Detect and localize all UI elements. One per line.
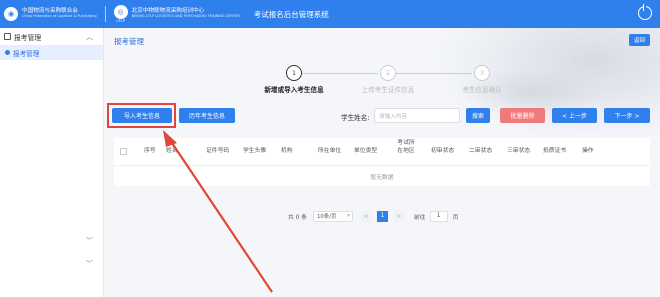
cflp-logo-icon: ◉ — [4, 7, 18, 21]
col-name: 姓名 — [166, 147, 178, 154]
col-index: 序号 — [144, 147, 156, 154]
select-all-checkbox[interactable] — [120, 148, 127, 155]
org1-subtitle: China Federation of Logistics & Purchasi… — [22, 14, 97, 19]
empty-state: 暂无数据 — [370, 174, 394, 181]
col-org-type: 单位类型 — [354, 147, 378, 154]
step-1-circle: 1 — [286, 65, 302, 81]
total-count: 共 0 条 — [288, 214, 307, 221]
col-id-number: 证件号码 — [206, 147, 230, 154]
sidebar-item-label: 报考管理 — [13, 49, 40, 58]
power-icon[interactable] — [638, 4, 652, 20]
step-3-label: 考生信息确认 — [462, 86, 502, 94]
step-1-label: 新增或导入考生信息 — [264, 86, 324, 94]
step-3-circle: 3 — [474, 65, 490, 81]
chevron-up-icon: ︿ — [86, 32, 93, 41]
prev-step-button[interactable]: < 上一步 — [552, 108, 597, 123]
students-table: 序号 姓名 证件号码 学生头像 机构 所在单位 单位类型 考试所在地区 初审状态… — [114, 138, 650, 186]
chevron-down-icon: ▾ — [347, 213, 350, 219]
header-divider — [104, 6, 106, 22]
history-students-button[interactable]: 历年考生信息 — [179, 108, 235, 123]
sidebar-group-label: 报考管理 — [14, 33, 42, 42]
col-third-review: 三审状态 — [507, 147, 531, 154]
org2-subtitle: BEIJING CFLP LOGISTICS AND PURCHASING TR… — [131, 14, 240, 19]
table-header: 序号 姓名 证件号码 学生头像 机构 所在单位 单位类型 考试所在地区 初审状态… — [114, 138, 650, 166]
active-dot-icon — [5, 50, 10, 55]
col-certificate: 抵质证书 — [543, 147, 567, 154]
next-page-button[interactable]: > — [393, 210, 404, 222]
page-title: 报考管理 — [114, 37, 144, 46]
sidebar-item-registration[interactable]: 报考管理 — [0, 45, 103, 60]
goto-page-input[interactable]: 1 — [429, 210, 448, 222]
step-3: 3 考生信息确认 — [442, 65, 522, 94]
page-size-select[interactable]: 10条/页 ▾ — [312, 210, 353, 222]
step-1: 1 新增或导入考生信息 — [254, 65, 334, 94]
step-2-circle: 2 — [380, 65, 396, 81]
batch-delete-button[interactable]: 批量删除 — [500, 108, 545, 123]
app-title: 考试报名后台管理系统 — [253, 9, 329, 19]
training-center-logo-icon: ◎ — [113, 5, 128, 19]
col-actions: 操作 — [582, 147, 594, 154]
pagination: 共 0 条 10条/页 ▾ < 1 > 前往 1 页 — [288, 210, 458, 222]
page-1-button[interactable]: 1 — [376, 210, 388, 222]
main-content: 报考管理 返回 1 新增或导入考生信息 2 上传考生证件信息 3 考生信息确认 … — [104, 28, 660, 297]
student-name-input[interactable]: 请输入内容 — [374, 108, 460, 123]
chevron-down-icon[interactable]: ﹀ — [86, 259, 93, 269]
step-2-label: 上传考生证件信息 — [361, 86, 415, 94]
step-2: 2 上传考生证件信息 — [348, 65, 428, 94]
highlight-box — [107, 103, 176, 128]
col-exam-region: 考试所在地区 — [397, 140, 415, 154]
training-center-logo: ◎ CFLP 北京中物联物流采购培训中心 BEIJING CFLP LOGIST… — [113, 5, 240, 23]
chevron-down-icon[interactable]: ﹀ — [86, 236, 93, 246]
org2-mark: CFLP — [116, 19, 125, 23]
student-name-label: 学生姓名: — [341, 114, 370, 122]
top-header: ◉ 中国物流与采购联合会 China Federation of Logisti… — [0, 0, 660, 28]
page-size-value: 10条/页 — [316, 214, 337, 220]
col-organization: 所在单位 — [318, 147, 342, 154]
sidebar: 报考管理 ︿ 报考管理 ﹀ ﹀ — [0, 28, 104, 297]
prev-page-button[interactable]: < — [360, 210, 371, 222]
page-unit-label: 页 — [452, 214, 459, 221]
cflp-logo: ◉ 中国物流与采购联合会 China Federation of Logisti… — [4, 7, 97, 21]
menu-icon — [4, 33, 11, 40]
back-button[interactable]: 返回 — [629, 34, 650, 46]
col-second-review: 二审状态 — [469, 147, 493, 154]
goto-label: 前往 — [413, 214, 426, 221]
col-avatar: 学生头像 — [243, 147, 267, 154]
sidebar-group-registration[interactable]: 报考管理 ︿ — [0, 28, 103, 45]
next-step-button[interactable]: 下一步 > — [604, 108, 650, 123]
col-institution: 机构 — [281, 147, 293, 154]
search-button[interactable]: 搜索 — [466, 108, 490, 123]
col-first-review: 初审状态 — [431, 147, 455, 154]
